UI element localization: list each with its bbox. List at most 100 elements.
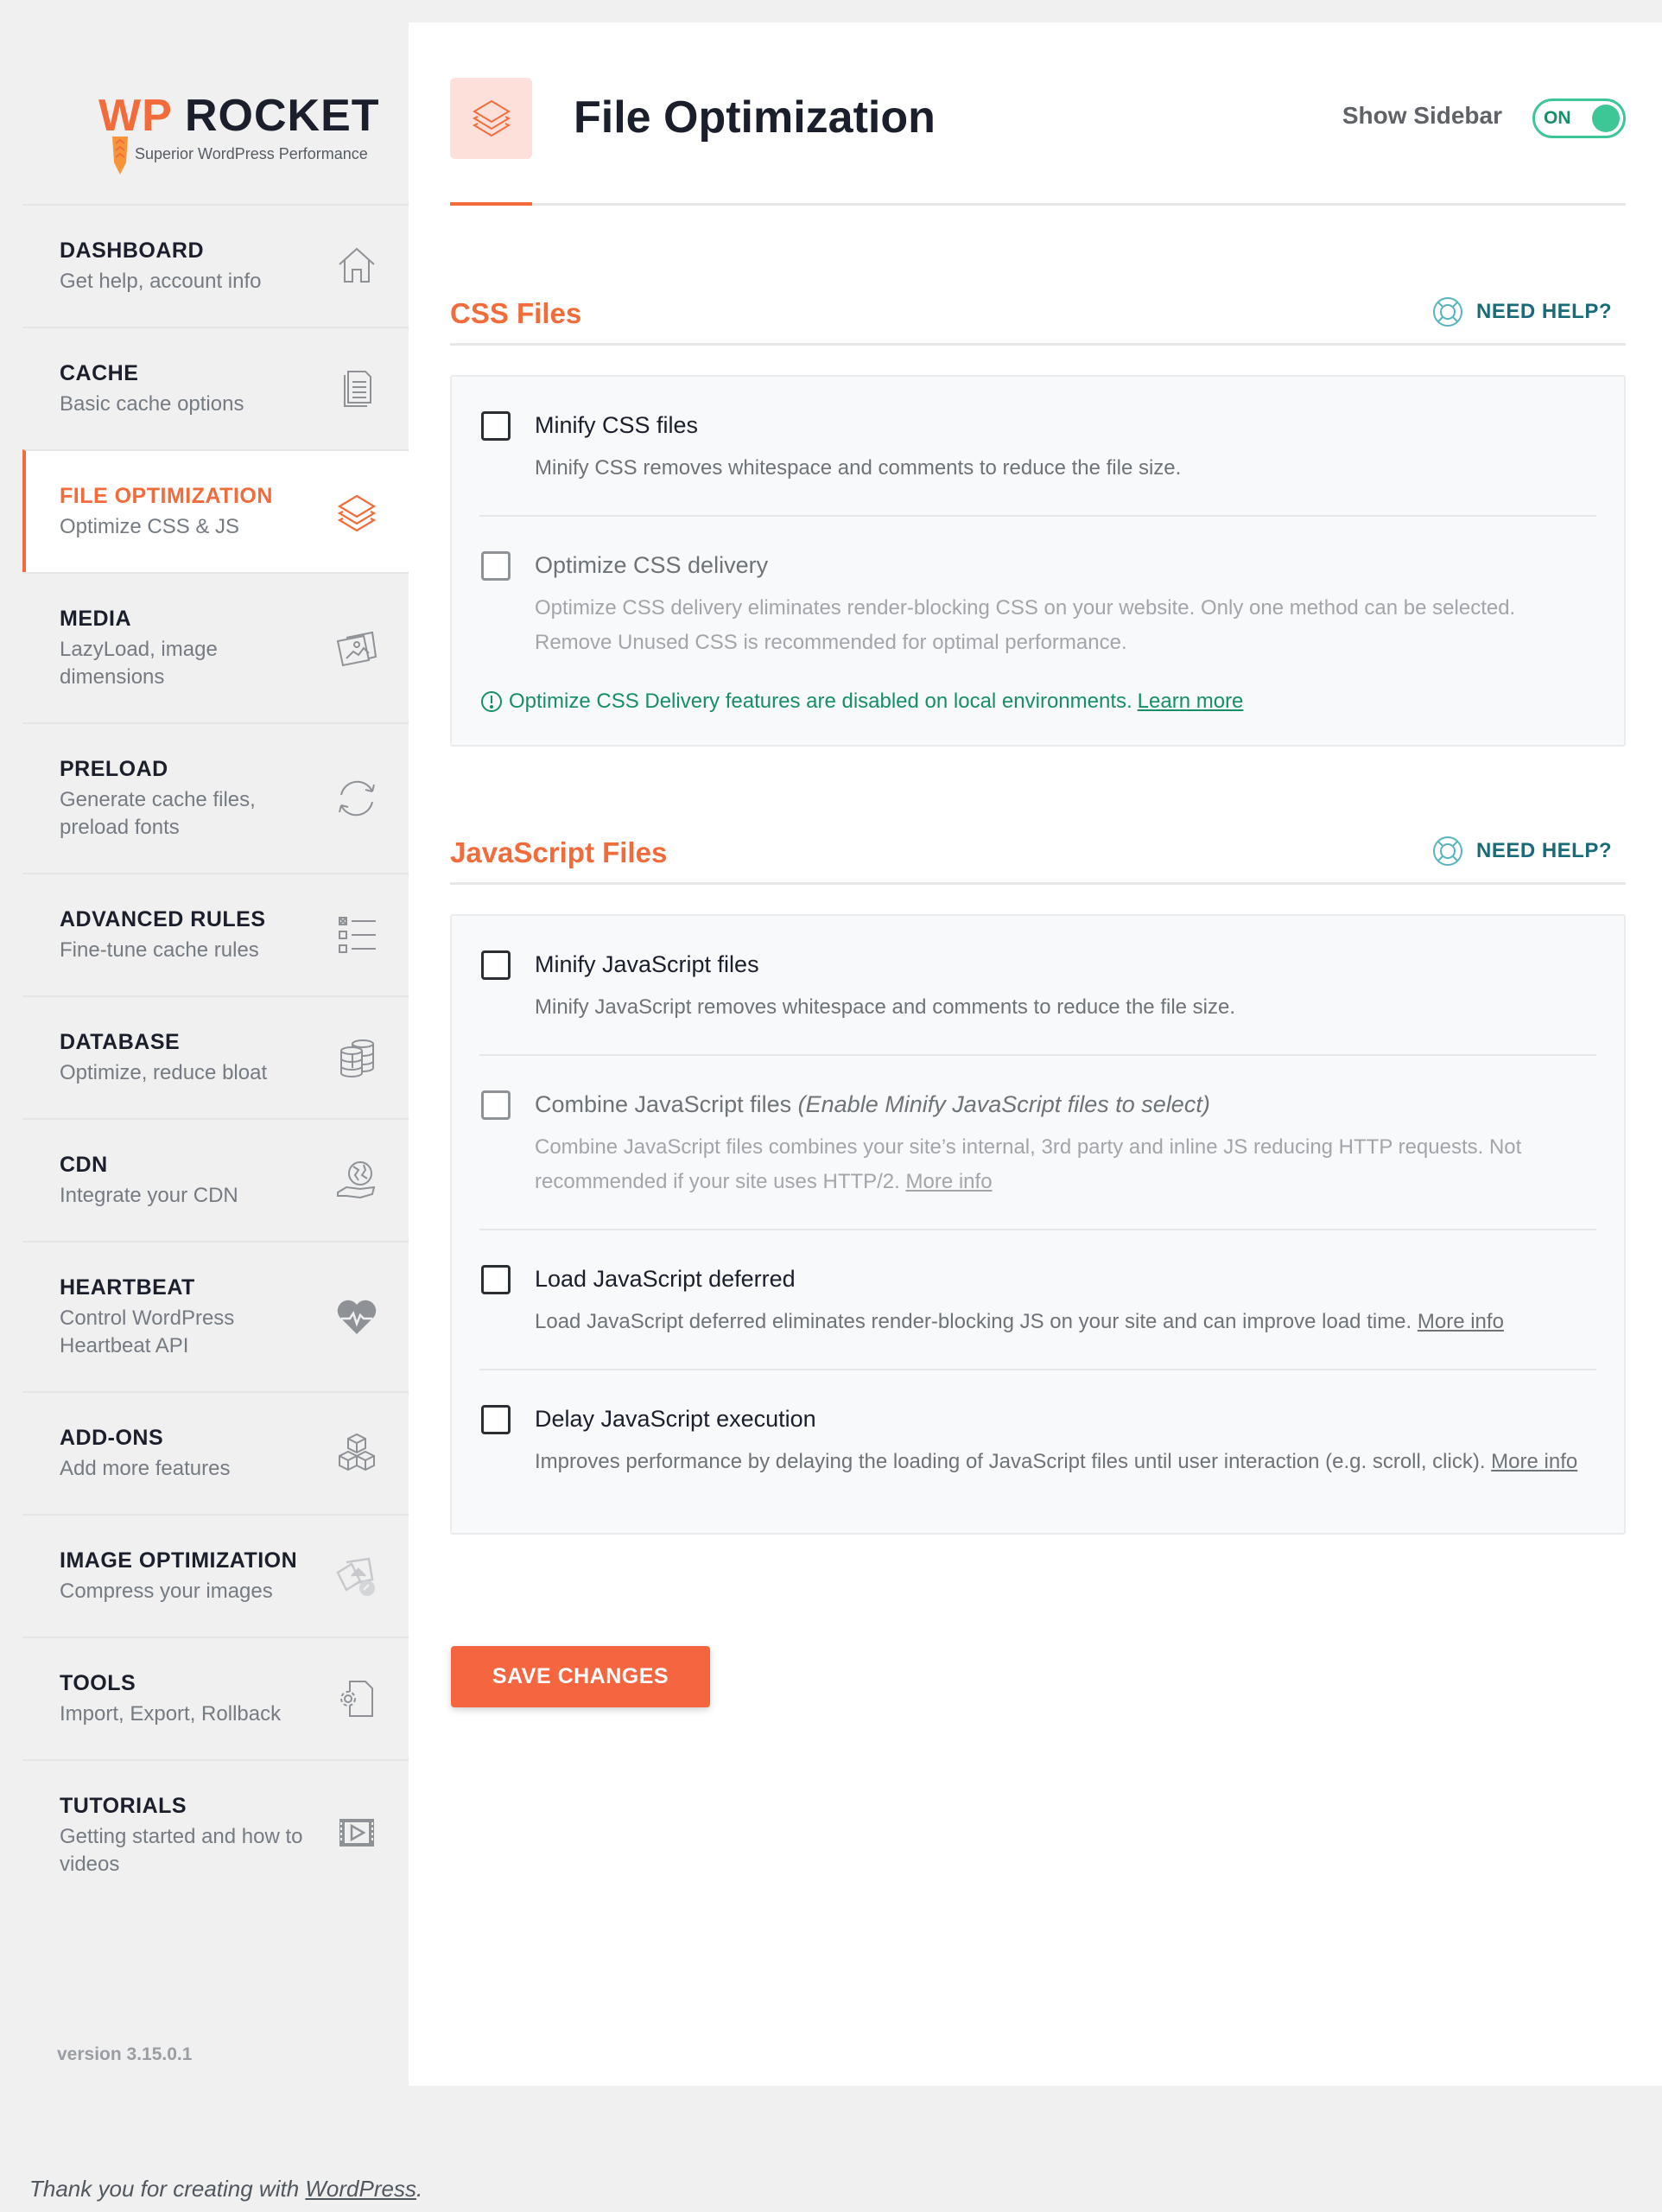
lifebuoy-icon (1432, 297, 1462, 327)
css-options-card: Minify CSS files Minify CSS removes whit… (450, 375, 1626, 747)
sidebar-item-title: DATABASE (60, 1030, 181, 1054)
sidebar-nav: DASHBOARD Get help, account info CACHE B… (22, 204, 409, 1904)
layers-icon (334, 489, 379, 534)
option-description: Improves performance by delaying the loa… (535, 1445, 1596, 1479)
more-info-link[interactable]: More info (1491, 1450, 1577, 1473)
video-icon (334, 1810, 379, 1855)
option-combine-js: Combine JavaScript files (Enable Minify … (479, 1056, 1596, 1230)
toggle-knob (1592, 105, 1620, 132)
sidebar-item-tutorials[interactable]: TUTORIALS Getting started and how to vid… (22, 1759, 409, 1904)
sidebar-item-subtitle: Fine-tune cache rules (60, 938, 259, 962)
sidebar-item-dashboard[interactable]: DASHBOARD Get help, account info (22, 204, 409, 327)
sidebar-item-title: MEDIA (60, 607, 132, 631)
sidebar-item-subtitle: Compress your images (60, 1580, 273, 1603)
sidebar-item-title: DASHBOARD (60, 238, 204, 263)
page-header: File Optimization Show Sidebar ON (450, 78, 1626, 206)
option-label: Delay JavaScript execution (535, 1406, 816, 1432)
sidebar-item-subtitle: Add more features (60, 1457, 231, 1480)
option-description-text: Improves performance by delaying the loa… (535, 1450, 1486, 1473)
option-description: Optimize CSS delivery eliminates render-… (535, 596, 1516, 654)
sidebar-item-add-ons[interactable]: ADD-ONS Add more features (22, 1391, 409, 1514)
sidebar-item-subtitle: Getting started and how to videos (60, 1825, 303, 1876)
css-need-help-link[interactable]: NEED HELP? (1431, 296, 1612, 328)
minify-css-checkbox[interactable] (481, 411, 511, 441)
admin-footer: Thank you for creating with WordPress. (29, 2176, 422, 2202)
sidebar-item-subtitle: LazyLoad, image dimensions (60, 638, 218, 689)
sidebar-item-cdn[interactable]: CDN Integrate your CDN (22, 1118, 409, 1241)
section-title: CSS Files (450, 297, 582, 329)
save-changes-button[interactable]: SAVE CHANGES (451, 1646, 710, 1707)
footer-text: Thank you for creating with (29, 2176, 306, 2202)
sidebar-item-title: ADVANCED RULES (60, 907, 266, 931)
need-help-label: NEED HELP? (1475, 839, 1612, 862)
file-gear-icon (334, 1676, 379, 1721)
sidebar-item-title: PRELOAD (60, 757, 168, 781)
sidebar-item-preload[interactable]: PRELOAD Generate cache files, preload fo… (22, 722, 409, 873)
image-compress-icon (334, 1554, 379, 1599)
sidebar-item-advanced-rules[interactable]: ADVANCED RULES Fine-tune cache rules (22, 873, 409, 995)
option-label: Minify JavaScript files (535, 951, 759, 977)
sidebar-item-cache[interactable]: CACHE Basic cache options (22, 327, 409, 449)
minify-js-checkbox[interactable] (481, 950, 511, 980)
delay-js-checkbox[interactable] (481, 1405, 511, 1434)
option-optimize-css-delivery: Optimize CSS delivery Optimize CSS deliv… (479, 517, 1596, 690)
option-label: Optimize CSS delivery (535, 552, 769, 578)
sidebar-item-title: CDN (60, 1153, 108, 1177)
document-icon (334, 366, 379, 411)
wp-rocket-logo[interactable]: WP ROCKET Superior WordPress Performance (74, 73, 385, 176)
layers-icon (450, 78, 532, 159)
more-info-link[interactable]: More info (1418, 1310, 1504, 1333)
option-defer-js: Load JavaScript deferred Load JavaScript… (479, 1230, 1596, 1370)
learn-more-link[interactable]: Learn more (1138, 690, 1244, 714)
option-description: Minify JavaScript removes whitespace and… (535, 995, 1236, 1019)
info-alert-icon (481, 691, 502, 712)
css-files-section-header: CSS Files NEED HELP? (450, 287, 1626, 346)
option-description: Combine JavaScript files combines your s… (535, 1130, 1596, 1199)
sidebar-item-database[interactable]: DATABASE Optimize, reduce bloat (22, 995, 409, 1118)
option-label: Combine JavaScript files (Enable Minify … (535, 1089, 1596, 1120)
option-description: Load JavaScript deferred eliminates rend… (535, 1305, 1596, 1339)
sidebar-item-title: ADD-ONS (60, 1426, 164, 1450)
more-info-link[interactable]: More info (906, 1170, 993, 1193)
logo-wp-text: WP (98, 91, 173, 141)
sidebar-item-tools[interactable]: TOOLS Import, Export, Rollback (22, 1637, 409, 1759)
sidebar-item-title: IMAGE OPTIMIZATION (60, 1548, 298, 1573)
sidebar-item-heartbeat[interactable]: HEARTBEAT Control WordPress Heartbeat AP… (22, 1241, 409, 1391)
sidebar-item-file-optimization[interactable]: FILE OPTIMIZATION Optimize CSS & JS (22, 449, 409, 572)
js-need-help-link[interactable]: NEED HELP? (1431, 835, 1612, 868)
sidebar-item-subtitle: Optimize, reduce bloat (60, 1061, 268, 1084)
sidebar-item-media[interactable]: MEDIA LazyLoad, image dimensions (22, 572, 409, 722)
heartbeat-icon (334, 1294, 379, 1339)
option-label-text: Combine JavaScript files (535, 1091, 792, 1117)
checklist-icon (334, 912, 379, 957)
wordpress-link[interactable]: WordPress (305, 2176, 416, 2202)
logo-rocket-text: ROCKET (185, 91, 380, 141)
sidebar-item-subtitle: Integrate your CDN (60, 1184, 238, 1207)
combine-js-checkbox[interactable] (481, 1090, 511, 1120)
sidebar-item-title: TOOLS (60, 1671, 136, 1695)
option-label: Minify CSS files (535, 412, 699, 438)
option-label: Load JavaScript deferred (535, 1266, 796, 1292)
footer-suffix: . (416, 2176, 423, 2202)
option-label-note: (Enable Minify JavaScript files to selec… (797, 1091, 1210, 1117)
header-active-underline (450, 202, 532, 206)
option-minify-css: Minify CSS files Minify CSS removes whit… (479, 377, 1596, 517)
optimize-css-delivery-checkbox[interactable] (481, 551, 511, 581)
option-description-text: Load JavaScript deferred eliminates rend… (535, 1310, 1412, 1333)
need-help-label: NEED HELP? (1475, 300, 1612, 323)
sidebar-item-subtitle: Generate cache files, preload fonts (60, 788, 256, 839)
sidebar-item-subtitle: Optimize CSS & JS (60, 515, 240, 538)
home-icon (334, 244, 379, 289)
main-panel: File Optimization Show Sidebar ON CSS Fi… (409, 22, 1662, 2086)
sidebar-item-subtitle: Control WordPress Heartbeat API (60, 1306, 235, 1357)
defer-js-checkbox[interactable] (481, 1265, 511, 1294)
refresh-icon (334, 776, 379, 821)
option-description: Minify CSS removes whitespace and commen… (535, 456, 1182, 480)
version-label: version 3.15.0.1 (57, 2044, 193, 2064)
show-sidebar-toggle[interactable]: ON (1532, 99, 1626, 138)
sidebar-item-subtitle: Get help, account info (60, 270, 262, 293)
css-delivery-notice: Optimize CSS Delivery features are disab… (479, 690, 1596, 745)
sidebar-item-image-optimization[interactable]: IMAGE OPTIMIZATION Compress your images (22, 1514, 409, 1637)
show-sidebar-label: Show Sidebar (1342, 102, 1502, 129)
sidebar-item-subtitle: Import, Export, Rollback (60, 1702, 282, 1726)
